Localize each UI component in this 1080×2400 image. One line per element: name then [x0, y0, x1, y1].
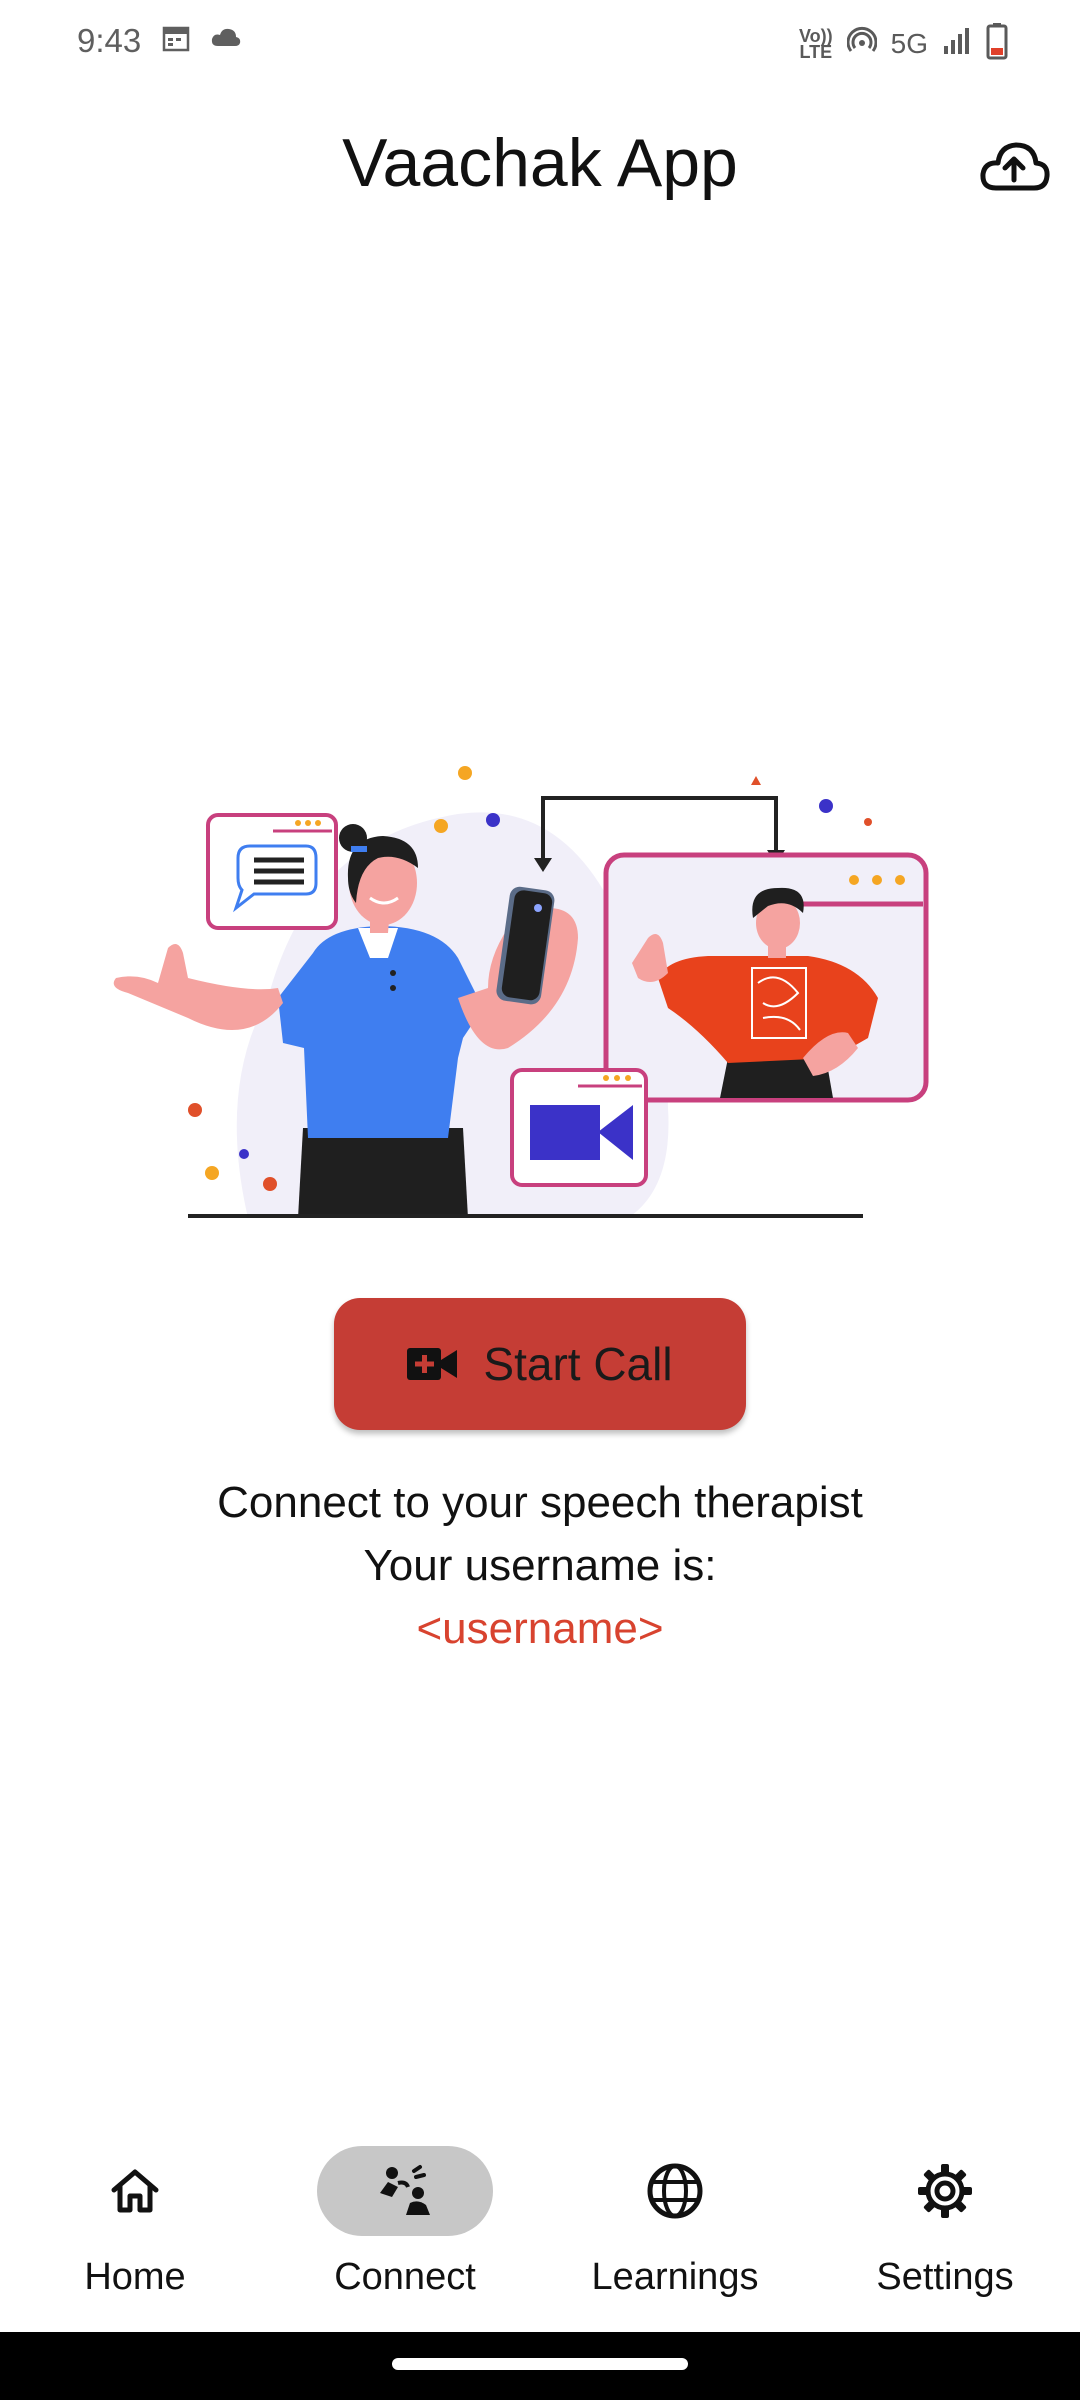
cloud-upload-button[interactable]: [978, 132, 1050, 204]
video-call-icon: [407, 1348, 458, 1380]
nav-label-connect: Connect: [334, 2256, 476, 2298]
nav-item-home[interactable]: Home: [0, 2146, 270, 2326]
username-value: <username>: [416, 1604, 664, 1653]
start-call-label: Start Call: [483, 1338, 673, 1390]
system-gesture-bar: [0, 2332, 1080, 2400]
page-title: Vaachak App: [342, 125, 738, 201]
video-call-screen-card: [603, 852, 929, 1103]
gear-icon: [918, 2164, 972, 2218]
volte-icon: Vo)) LTE: [798, 25, 833, 62]
globe-icon: [647, 2163, 703, 2219]
start-call-button[interactable]: Start Call: [334, 1298, 746, 1430]
video-camera-card: [510, 1068, 648, 1187]
nav-item-connect[interactable]: Connect: [270, 2146, 540, 2326]
bottom-navigation: Home Connect Learnings Settings: [0, 2120, 1080, 2330]
network-type: 5G: [890, 27, 928, 59]
cloud-upload-icon: [980, 142, 1050, 191]
chat-bubble-card: [206, 813, 338, 930]
nav-label-home: Home: [84, 2256, 186, 2298]
status-time: 9:43: [77, 22, 142, 59]
battery-icon: [986, 22, 1008, 65]
username-label: Your username is:: [363, 1541, 717, 1590]
signal-icon: [942, 26, 972, 61]
status-bar: 9:43 Vo)) LTE 5G: [0, 0, 1080, 90]
nav-label-learnings: Learnings: [591, 2256, 759, 2298]
connect-description: Connect to your speech therapist: [217, 1478, 863, 1527]
nav-item-settings[interactable]: Settings: [810, 2146, 1080, 2326]
calendar-icon: [162, 26, 190, 57]
video-call-illustration: [113, 766, 929, 1218]
nav-item-learnings[interactable]: Learnings: [540, 2146, 810, 2326]
active-indicator: [317, 2146, 493, 2236]
connect-icon: [380, 2165, 430, 2215]
nav-label-settings: Settings: [876, 2256, 1014, 2298]
gesture-handle[interactable]: [392, 2358, 688, 2370]
app-bar: Vaachak App: [0, 110, 1080, 220]
home-icon: [111, 2169, 159, 2213]
cloud-icon: [210, 26, 242, 57]
hotspot-icon: [846, 26, 878, 61]
